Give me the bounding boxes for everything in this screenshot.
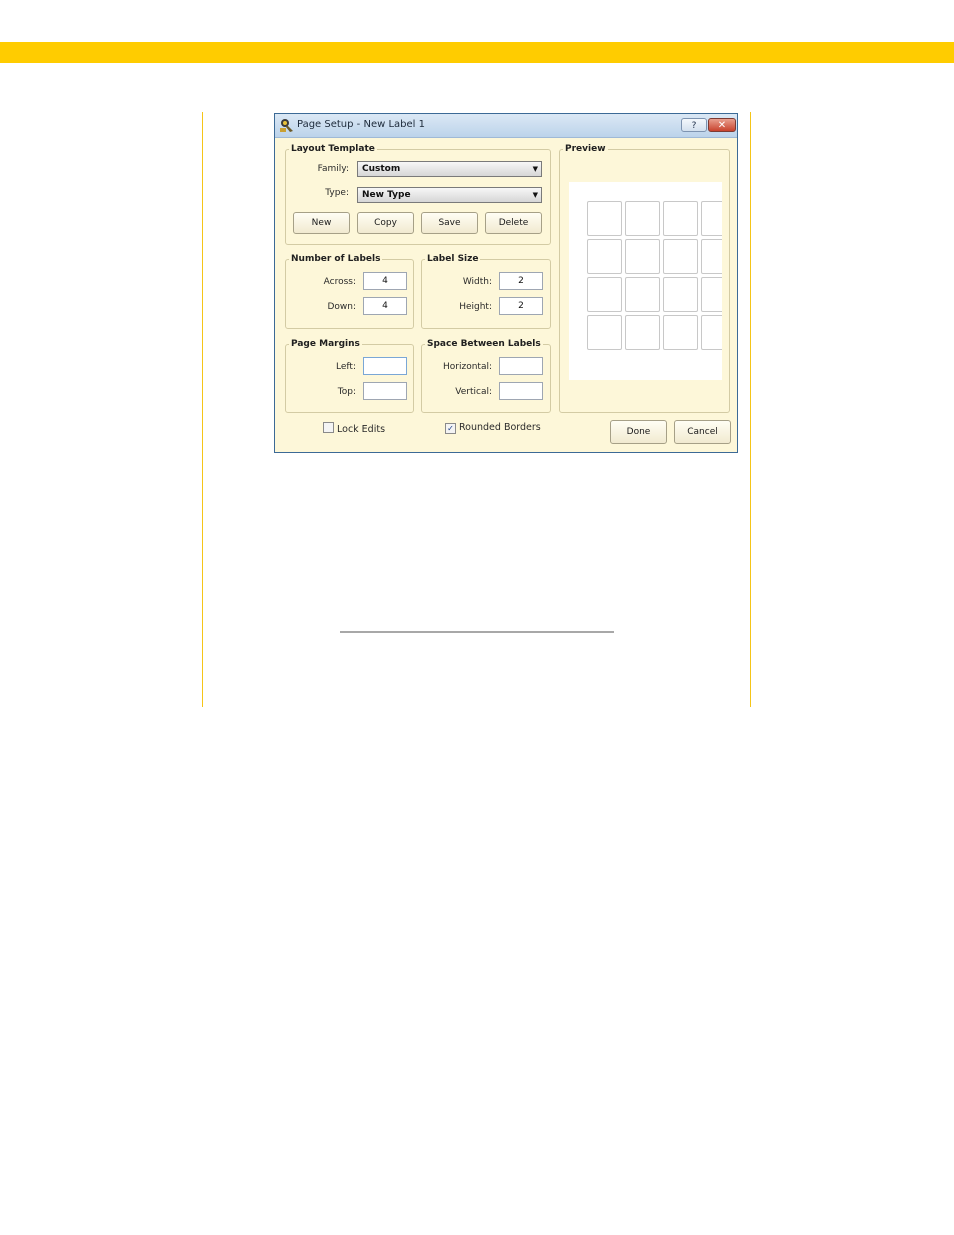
family-label: Family: <box>317 164 349 174</box>
rounded-borders-checkbox[interactable]: ✓ <box>445 423 456 434</box>
preview-label-cell <box>625 277 660 312</box>
label-size-legend: Label Size <box>427 254 479 264</box>
lock-edits-checkbox[interactable] <box>323 422 334 433</box>
preview-label-cell <box>625 201 660 236</box>
new-button[interactable]: New <box>293 212 350 234</box>
height-label: Height: <box>459 302 492 312</box>
save-button[interactable]: Save <box>421 212 478 234</box>
vertical-space-label: Vertical: <box>455 387 492 397</box>
horizontal-space-input[interactable] <box>499 357 543 375</box>
lock-edits-option[interactable]: Lock Edits <box>323 422 385 435</box>
horizontal-space-label: Horizontal: <box>443 362 492 372</box>
family-select[interactable]: Custom ▼ <box>357 161 542 177</box>
preview-label-cell <box>701 201 722 236</box>
preview-label-cell <box>587 277 622 312</box>
page-margins-group: Page Margins <box>285 339 414 413</box>
page-setup-dialog: Page Setup - New Label 1 ? ✕ Layout Temp… <box>274 113 738 453</box>
top-margin-label: Top: <box>337 387 356 397</box>
across-input[interactable]: 4 <box>363 272 407 290</box>
width-label: Width: <box>462 277 492 287</box>
preview-label-cell <box>587 201 622 236</box>
preview-label-cell <box>701 277 722 312</box>
delete-button[interactable]: Delete <box>485 212 542 234</box>
preview-label-cell <box>701 239 722 274</box>
layout-template-legend: Layout Template <box>291 144 375 154</box>
header-accent-bar <box>0 42 954 63</box>
close-button[interactable]: ✕ <box>708 118 736 132</box>
preview-label-cell <box>663 201 698 236</box>
type-select[interactable]: New Type ▼ <box>357 187 542 203</box>
left-margin-rule <box>202 112 203 707</box>
number-of-labels-legend: Number of Labels <box>291 254 381 264</box>
space-between-labels-group: Space Between Labels <box>421 339 551 413</box>
vertical-space-input[interactable] <box>499 382 543 400</box>
label-size-group: Label Size <box>421 254 551 329</box>
down-input[interactable]: 4 <box>363 297 407 315</box>
down-label: Down: <box>327 302 356 312</box>
done-button[interactable]: Done <box>610 420 667 444</box>
rounded-borders-option[interactable]: ✓ Rounded Borders <box>445 422 541 434</box>
rounded-borders-label: Rounded Borders <box>459 422 541 433</box>
left-margin-label: Left: <box>336 362 356 372</box>
number-of-labels-group: Number of Labels <box>285 254 414 329</box>
width-input[interactable]: 2 <box>499 272 543 290</box>
caption-rule <box>340 631 614 633</box>
preview-label-cell <box>625 315 660 350</box>
page-margins-legend: Page Margins <box>291 339 360 349</box>
preview-label-cell <box>663 315 698 350</box>
help-button[interactable]: ? <box>681 118 707 132</box>
preview-label-cell <box>663 239 698 274</box>
across-label: Across: <box>323 277 356 287</box>
preview-label-cell <box>701 315 722 350</box>
height-input[interactable]: 2 <box>499 297 543 315</box>
left-margin-input[interactable] <box>363 357 407 375</box>
top-margin-input[interactable] <box>363 382 407 400</box>
dialog-title: Page Setup - New Label 1 <box>297 119 425 130</box>
lock-edits-label: Lock Edits <box>337 424 386 435</box>
cancel-button[interactable]: Cancel <box>674 420 731 444</box>
preview-legend: Preview <box>565 144 606 154</box>
space-between-labels-legend: Space Between Labels <box>427 339 541 349</box>
right-margin-rule <box>750 112 751 707</box>
copy-button[interactable]: Copy <box>357 212 414 234</box>
family-select-value: Custom <box>362 164 401 174</box>
app-icon <box>280 119 293 132</box>
dialog-titlebar[interactable]: Page Setup - New Label 1 ? ✕ <box>275 114 737 138</box>
chevron-down-icon: ▼ <box>532 191 538 199</box>
type-select-value: New Type <box>362 190 411 200</box>
type-label: Type: <box>325 188 349 198</box>
preview-label-cell <box>587 315 622 350</box>
preview-canvas <box>569 182 722 380</box>
chevron-down-icon: ▼ <box>532 165 538 173</box>
preview-label-cell <box>663 277 698 312</box>
preview-label-cell <box>587 239 622 274</box>
preview-label-cell <box>625 239 660 274</box>
